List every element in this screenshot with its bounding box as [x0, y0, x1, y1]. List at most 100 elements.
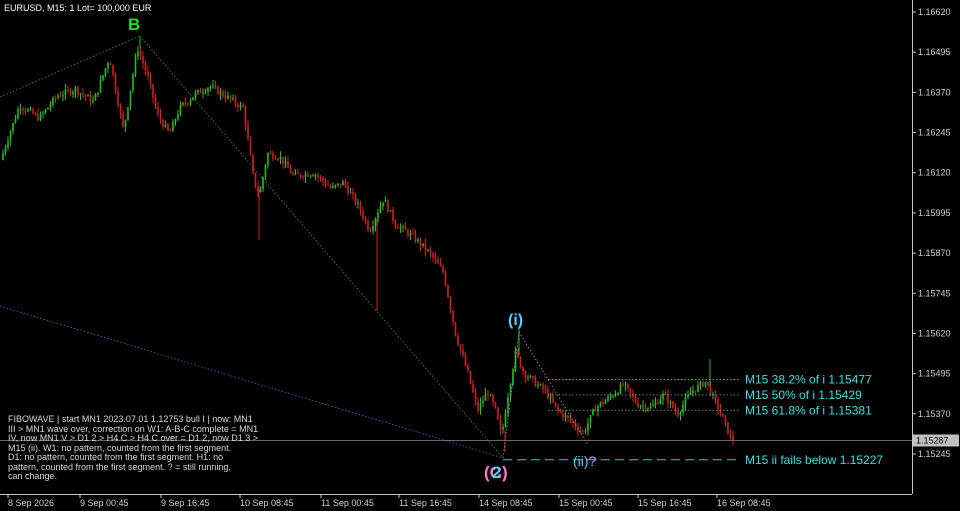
candle-body [669, 401, 672, 404]
candle-body [72, 92, 74, 95]
candle-body [327, 185, 329, 187]
candle-body [532, 376, 534, 378]
candle-body [174, 119, 177, 122]
candle-body [452, 310, 454, 322]
candle-body [404, 226, 407, 231]
candle-body [17, 109, 19, 119]
candle-body [547, 389, 549, 399]
candle-body [659, 399, 662, 404]
candle-body [317, 175, 319, 178]
candle-body [417, 239, 419, 242]
candle-body [587, 423, 589, 432]
time-tick-label: 10 Sep 08:45 [240, 498, 294, 508]
candle-body [24, 110, 27, 112]
candle-body [479, 403, 482, 411]
candle-body [704, 381, 707, 387]
candle-body [7, 141, 9, 148]
info-line: M15 (ii). W1: no pattern, counted from t… [8, 443, 232, 453]
candle-body [212, 85, 214, 87]
candle-body [402, 226, 404, 228]
candle-body [604, 400, 607, 404]
info-line: can change. [8, 472, 58, 481]
wave-line-i-ii [518, 331, 589, 446]
candle-body [249, 138, 252, 156]
candle-body [449, 297, 452, 311]
candle-body [227, 95, 229, 99]
candle-body [569, 417, 572, 422]
wave-label-i: (i) [508, 312, 523, 329]
candle-body [534, 377, 537, 387]
candle-body [132, 74, 134, 91]
candle-body [559, 410, 562, 413]
candle-body [252, 155, 254, 173]
info-line: pattern, counted from the first segment.… [8, 462, 231, 472]
candle-body [657, 402, 659, 404]
candle-body [384, 200, 387, 203]
candle-body [267, 153, 269, 166]
candle-body [12, 122, 14, 132]
candle-body [467, 365, 469, 372]
price-tick-label: 1.15745 [918, 288, 951, 298]
candle-body [392, 209, 394, 221]
candle-body [379, 206, 382, 213]
candle-body [477, 400, 479, 411]
candle-body [329, 185, 332, 188]
candle-body [294, 172, 297, 175]
time-tick-label: 8 Sep 2026 [8, 498, 54, 508]
candle-body [214, 85, 217, 87]
candle-body [309, 175, 312, 177]
candle-body [629, 388, 632, 394]
candle-body [612, 396, 614, 398]
candle-body [664, 393, 667, 395]
candle-body [59, 95, 62, 97]
candle-body [282, 156, 284, 164]
candle-body [372, 226, 374, 232]
fib-level-label: M15 50% of i 1.15429 [745, 388, 862, 402]
candle-body [299, 173, 302, 177]
candle-body [502, 426, 504, 430]
candle-body [499, 419, 502, 430]
price-tick-label: 1.15870 [918, 248, 951, 258]
candle-body [39, 114, 42, 121]
candle-body [457, 335, 459, 345]
candle-body [62, 95, 64, 97]
candle-body [169, 130, 172, 132]
candle-body [434, 257, 437, 260]
candle-body [672, 401, 674, 408]
candle-body [419, 239, 422, 246]
info-line: III > MN1 wave over, correction on W1: A… [8, 424, 259, 434]
candle-body [679, 412, 682, 416]
candle-body [337, 183, 339, 186]
time-tick-label: 14 Sep 08:45 [479, 498, 533, 508]
candle-body [537, 384, 539, 387]
candle-body [82, 93, 84, 95]
candle-body [119, 105, 122, 114]
candle-body [197, 90, 199, 93]
candle-body [92, 100, 94, 103]
candle-body [32, 108, 34, 114]
time-tick-label: 9 Sep 16:45 [161, 498, 210, 508]
candle-body [462, 349, 464, 356]
candle-body [87, 95, 89, 97]
candle-body [224, 96, 227, 99]
candle-body [589, 415, 592, 424]
candle-body [677, 411, 679, 416]
candle-body [334, 185, 337, 187]
candle-body [367, 220, 369, 231]
wave-line-b-c [139, 35, 504, 459]
candle-body [304, 173, 307, 178]
candle-body [427, 249, 429, 251]
candle-body [307, 173, 309, 177]
candle-body [342, 181, 344, 186]
candle-body [339, 183, 342, 186]
candle-body [172, 121, 174, 132]
candle-body [157, 106, 159, 114]
candle-body [74, 87, 77, 93]
candle-body [567, 415, 569, 418]
candle-body [474, 392, 477, 401]
candle-body [697, 384, 699, 392]
candle-body [564, 415, 567, 418]
candle-body [54, 97, 57, 99]
candle-body [44, 109, 47, 113]
candle-body [552, 396, 554, 403]
